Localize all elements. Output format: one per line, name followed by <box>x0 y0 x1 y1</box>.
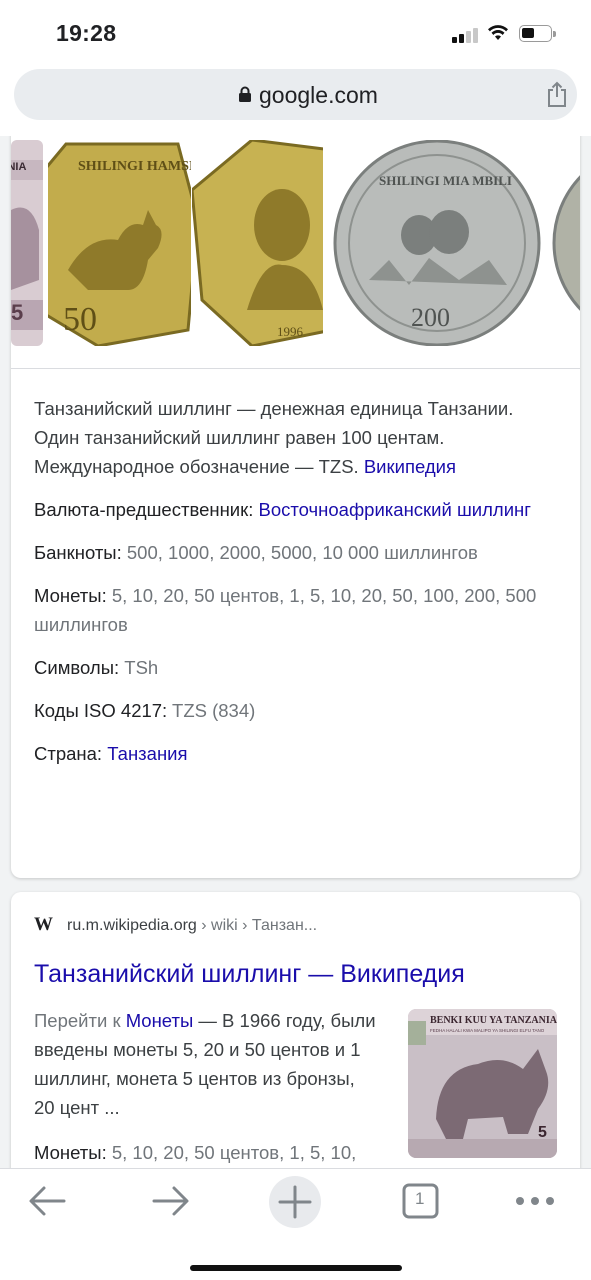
result-snippet: Перейти к Монеты — В 1966 году, были вве… <box>34 1006 379 1122</box>
image-carousel[interactable]: 5 TANZANIA 50 SHILINGI HAMSINI <box>11 140 580 350</box>
knowledge-card: 5 TANZANIA 50 SHILINGI HAMSINI <box>11 136 580 878</box>
more-dots-icon <box>516 1197 554 1205</box>
svg-text:5: 5 <box>538 1124 547 1141</box>
new-tab-button[interactable] <box>268 1175 322 1229</box>
kp-country-label: Страна: <box>34 743 108 764</box>
back-button[interactable] <box>20 1179 74 1223</box>
divider <box>11 368 580 369</box>
snippet-link[interactable]: Монеты <box>126 1010 194 1031</box>
kp-country-link[interactable]: Танзания <box>107 743 187 764</box>
coin-200-thumbnail[interactable]: 200 SHILINGI MIA MBILI <box>329 140 545 346</box>
kp-row-symbols: Символы: TSh <box>34 653 554 682</box>
result-extra-label: Монеты: <box>34 1142 112 1163</box>
result-extra-value: 5, 10, 20, 50 центов, 1, 5, 10, <box>111 1142 357 1163</box>
banknote-label: TANZANIA <box>11 161 26 173</box>
plus-icon <box>269 1176 321 1228</box>
address-bar[interactable]: google.com <box>14 69 577 120</box>
address-url[interactable]: google.com <box>259 82 378 109</box>
kp-row-coins: Монеты: 5, 10, 20, 50 центов, 1, 5, 10, … <box>34 581 554 639</box>
kp-iso-label: Коды ISO 4217: <box>34 700 173 721</box>
banknote-thumbnail[interactable]: 5 TANZANIA <box>11 140 43 346</box>
wikipedia-icon: W <box>34 914 53 935</box>
forward-button[interactable] <box>144 1179 198 1223</box>
battery-icon <box>519 25 556 42</box>
tab-count: 1 <box>415 1189 425 1208</box>
page-content[interactable]: 5 TANZANIA 50 SHILINGI HAMSINI <box>0 136 591 1168</box>
coin-200-value: 200 <box>411 303 450 332</box>
browser-address-area: google.com <box>0 66 591 136</box>
result-extra: Монеты: 5, 10, 20, 50 центов, 1, 5, 10, <box>34 1142 356 1164</box>
coin-50-thumbnail[interactable]: 50 SHILINGI HAMSINI <box>48 140 191 346</box>
svg-text:5: 5 <box>11 300 23 325</box>
forward-arrow-icon <box>152 1186 189 1216</box>
search-result-card: Wru.m.wikipedia.org › wiki › Танзан... Т… <box>11 892 580 1168</box>
more-button[interactable] <box>508 1179 562 1223</box>
cellular-signal-icon <box>452 27 478 43</box>
kp-banknotes-label: Банкноты: <box>34 542 127 563</box>
kp-banknotes-value: 500, 1000, 2000, 5000, 10 000 шиллингов <box>126 542 478 563</box>
result-title[interactable]: Танзанийский шиллинг — Википедия <box>34 960 465 989</box>
kp-row-predecessor: Валюта-предшественник: Восточноафриканск… <box>34 495 554 524</box>
result-source[interactable]: Wru.m.wikipedia.org › wiki › Танзан... <box>34 914 317 936</box>
kp-predecessor-link[interactable]: Восточноафриканский шиллинг <box>259 499 532 520</box>
kp-predecessor-label: Валюта-предшественник: <box>34 499 259 520</box>
snippet-prefix: Перейти к <box>34 1010 126 1031</box>
tabs-button[interactable]: 1 <box>394 1179 448 1223</box>
lock-icon <box>239 86 251 102</box>
kp-row-banknotes: Банкноты: 500, 1000, 2000, 5000, 10 000 … <box>34 538 554 567</box>
kp-coins-label: Монеты: <box>34 585 112 606</box>
share-icon[interactable] <box>545 80 569 108</box>
wifi-icon <box>488 25 508 40</box>
coin-200-label: SHILINGI MIA MBILI <box>379 173 512 188</box>
coin-partial-thumbnail[interactable] <box>550 140 580 346</box>
kp-row-iso: Коды ISO 4217: TZS (834) <box>34 696 554 725</box>
coin-year: 1996 <box>277 324 304 339</box>
banknote-subtext: FEDHA HALALI KWA MALIPO YA SHILINGI ELFU… <box>430 1028 545 1033</box>
coin-portrait-thumbnail[interactable]: 1996 <box>192 140 323 346</box>
coin-50-label: SHILINGI HAMSINI <box>78 159 191 174</box>
knowledge-panel: Танзанийский шиллинг — денежная единица … <box>34 394 554 768</box>
status-bar: 19:28 <box>0 0 591 66</box>
result-breadcrumb: › wiki › Танзан... <box>196 917 318 934</box>
kp-description: Танзанийский шиллинг — денежная единица … <box>34 394 554 481</box>
status-time: 19:28 <box>56 20 117 46</box>
kp-row-country: Страна: Танзания <box>34 739 554 768</box>
banknote-title: BENKI KUU YA TANZANIA <box>430 1015 557 1026</box>
result-domain: ru.m.wikipedia.org <box>67 917 197 934</box>
home-indicator <box>190 1265 402 1271</box>
kp-symbols-value: TSh <box>124 657 159 678</box>
back-arrow-icon <box>29 1186 66 1216</box>
kp-iso-value: TZS (834) <box>172 700 256 721</box>
result-thumbnail[interactable]: BENKI KUU YA TANZANIA FEDHA HALALI KWA M… <box>408 1009 557 1158</box>
kp-symbols-label: Символы: <box>34 657 125 678</box>
coin-50-value: 50 <box>63 301 97 338</box>
browser-toolbar: 1 <box>0 1168 591 1280</box>
kp-source-link[interactable]: Википедия <box>364 456 456 477</box>
